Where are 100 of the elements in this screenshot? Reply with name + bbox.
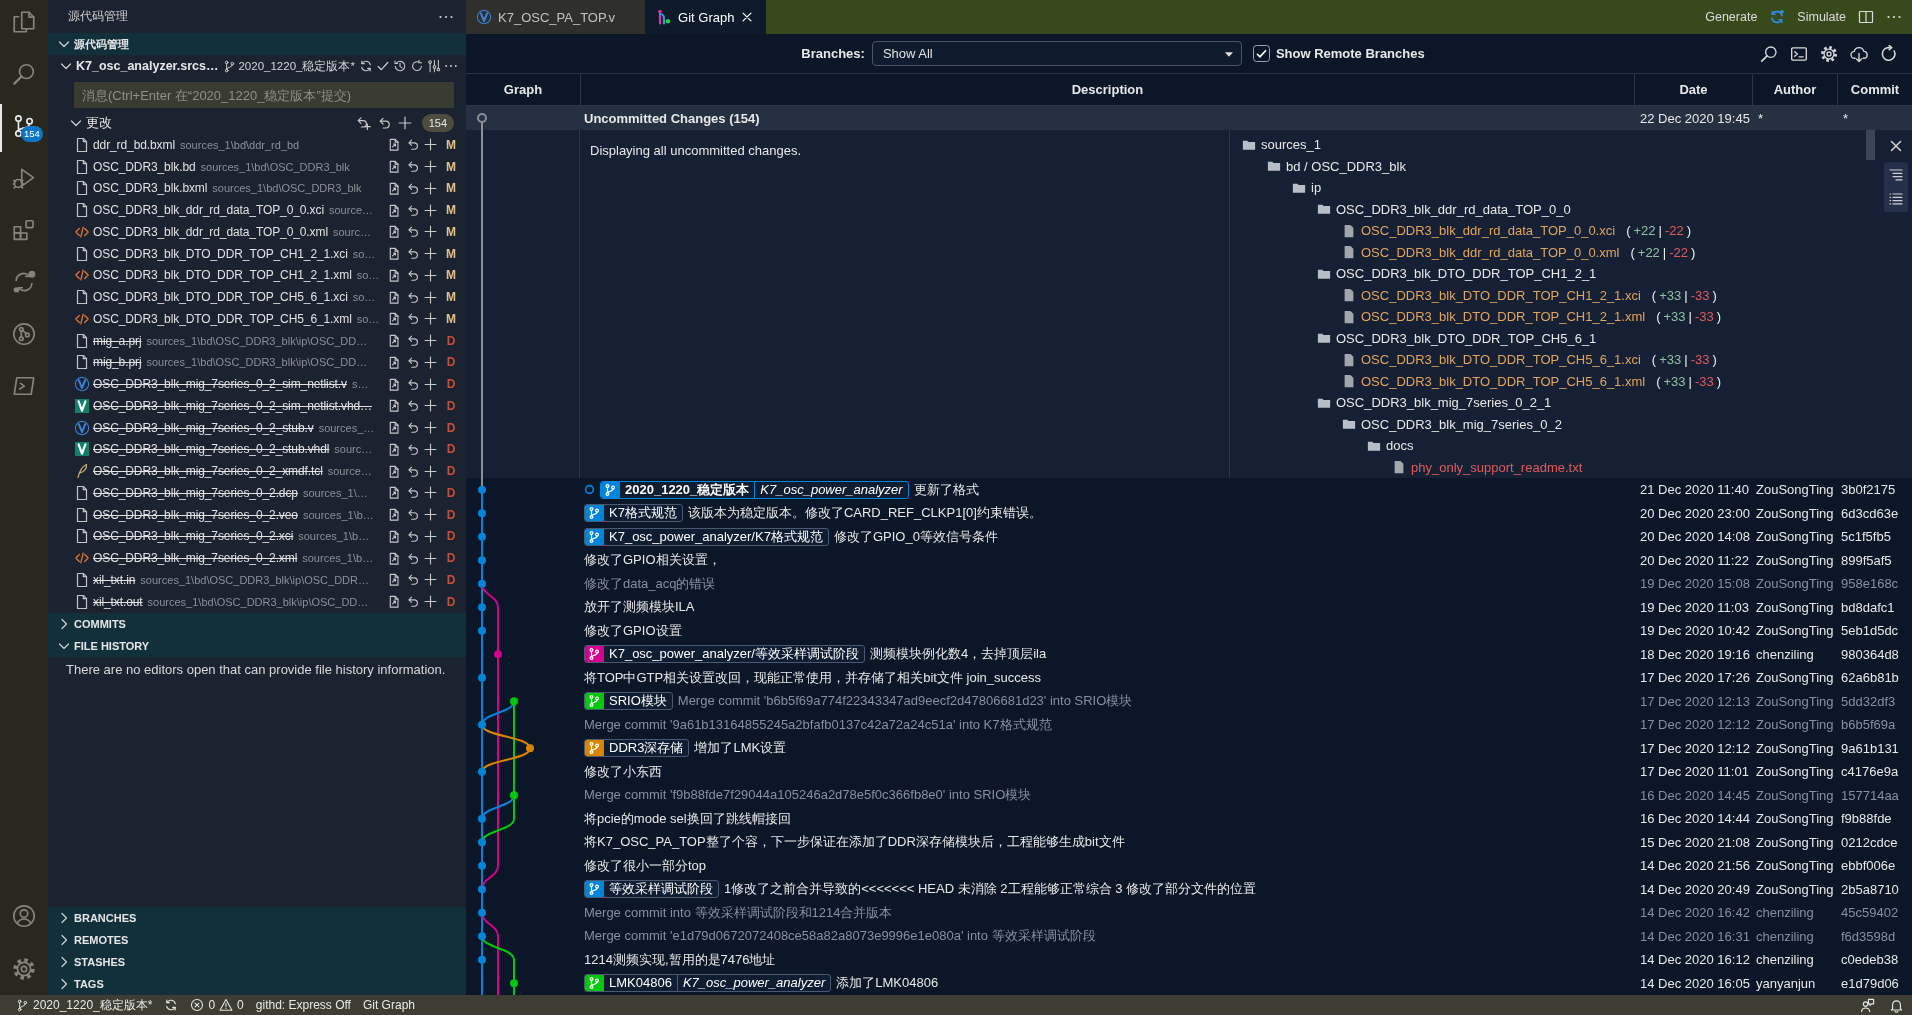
file-name[interactable]: OSC_DDR3_blk_mig_7series_0_2.xml — [93, 551, 298, 566]
open-file-icon[interactable] — [387, 572, 402, 588]
plus-icon[interactable] — [423, 528, 438, 544]
undo-icon[interactable] — [405, 159, 420, 175]
branch-tag[interactable]: SRIO模块 — [584, 692, 673, 711]
status-item[interactable]: Git Graph — [356, 998, 421, 1012]
folder-name[interactable]: OSC_DDR3_blk_mig_7series_0_2_1 — [1336, 395, 1552, 411]
plus-icon[interactable] — [423, 485, 438, 501]
commit-message-input[interactable]: 消息(Ctrl+Enter 在“2020_1220_稳定版本”提交) — [74, 82, 454, 108]
plus-icon[interactable] — [423, 354, 438, 370]
folder-name[interactable]: OSC_DDR3_blk_DTO_DDR_TOP_CH1_2_1 — [1336, 266, 1597, 282]
file-name[interactable]: OSC_DDR3_blk_DTO_DDR_TOP_CH5_6_1.xml — [93, 311, 352, 326]
close-icon[interactable] — [1888, 138, 1904, 154]
plus-icon[interactable] — [423, 463, 438, 479]
file-name[interactable]: OSC_DDR3_blk.bxml — [93, 181, 208, 196]
open-file-icon[interactable] — [387, 485, 402, 501]
undo-icon[interactable] — [405, 376, 420, 392]
history-icon[interactable] — [393, 59, 407, 73]
sliders-icon[interactable] — [427, 59, 441, 73]
open-file-icon[interactable] — [387, 420, 402, 436]
branch-tag[interactable]: DDR3深存储 — [584, 739, 690, 758]
branch-tag[interactable]: K7_osc_power_analyzer/K7格式规范 — [584, 527, 829, 546]
file-name[interactable]: OSC_DDR3_blk_mig_7series_0_2_xmdf.tcl — [93, 464, 323, 479]
file-name[interactable]: OSC_DDR3_blk_ddr_rd_data_TOP_0_0.xml — [93, 224, 328, 239]
plus-icon[interactable] — [423, 333, 438, 349]
toolbar-action[interactable]: Generate — [1705, 10, 1758, 24]
open-file-icon[interactable] — [387, 594, 402, 610]
toolbar-action[interactable]: Simulate — [1797, 10, 1846, 24]
terminal-icon[interactable] — [1790, 44, 1808, 63]
refresh-icon[interactable] — [410, 59, 424, 73]
search-icon[interactable] — [1760, 44, 1778, 63]
git-graph-icon[interactable] — [12, 322, 36, 346]
branch-tag[interactable]: K7_osc_power_analyzer/等效采样调试阶段 — [584, 645, 865, 664]
folder-name[interactable]: OSC_DDR3_blk_mig_7series_0_2 — [1361, 416, 1562, 432]
folder-name[interactable]: bd / OSC_DDR3_blk — [1286, 158, 1406, 174]
file-name[interactable]: phy_only_support_readme.txt — [1411, 459, 1583, 475]
undo-icon[interactable] — [405, 224, 420, 240]
open-file-icon[interactable] — [387, 333, 402, 349]
checkbox[interactable] — [1252, 45, 1270, 62]
open-file-icon[interactable] — [387, 159, 402, 175]
plus-icon[interactable] — [423, 507, 438, 523]
file-name[interactable]: OSC_DDR3_blk_DTO_DDR_TOP_CH1_2_1.xci — [1361, 287, 1641, 303]
undo-icon[interactable] — [405, 311, 420, 327]
plus-icon[interactable] — [423, 180, 438, 196]
file-name[interactable]: OSC_DDR3_blk_mig_7series_0_2_stub.v — [93, 420, 314, 435]
refresh-icon[interactable] — [1880, 44, 1898, 63]
file-name[interactable]: OSC_DDR3_blk_mig_7series_0_2.xci — [93, 529, 294, 544]
plus-icon[interactable] — [423, 441, 438, 457]
file-name[interactable]: OSC_DDR3_blk_ddr_rd_data_TOP_0_0.xci — [1361, 223, 1616, 239]
split-editor-icon[interactable] — [1858, 9, 1874, 25]
folder-name[interactable]: docs — [1386, 438, 1414, 454]
open-file-icon[interactable] — [387, 376, 402, 392]
plus-icon[interactable] — [423, 550, 438, 566]
undo-icon[interactable] — [405, 180, 420, 196]
file-name[interactable]: OSC_DDR3_blk_ddr_rd_data_TOP_0_0.xml — [1361, 244, 1620, 260]
undo-icon[interactable] — [405, 398, 420, 414]
file-name[interactable]: OSC_DDR3_blk_DTO_DDR_TOP_CH5_6_1.xci — [1361, 352, 1641, 368]
circular-arrows-icon[interactable] — [12, 270, 36, 294]
plus-icon[interactable] — [423, 420, 438, 436]
list-view-icon[interactable] — [1888, 191, 1904, 207]
folder-name[interactable]: OSC_DDR3_blk_DTO_DDR_TOP_CH5_6_1 — [1336, 330, 1597, 346]
plus-icon[interactable] — [396, 115, 413, 131]
open-file-icon[interactable] — [387, 267, 402, 283]
file-name[interactable]: OSC_DDR3_blk_mig_7series_0_2_stub.vhdl — [93, 442, 330, 457]
undo-icon[interactable] — [405, 507, 420, 523]
sync-icon[interactable] — [164, 998, 179, 1012]
undo-icon[interactable] — [405, 289, 420, 305]
plus-icon[interactable] — [423, 594, 438, 610]
check-icon[interactable] — [376, 59, 390, 73]
undo-icon[interactable] — [405, 485, 420, 501]
undo-icon[interactable] — [405, 550, 420, 566]
file-name[interactable]: mig_a.prj — [93, 333, 142, 348]
open-file-icon[interactable] — [387, 289, 402, 305]
editor-tab[interactable]: K7_OSC_PA_TOP.v — [466, 0, 646, 34]
checkbox-label[interactable]: Show Remote Branches — [1275, 46, 1425, 61]
branch-tag[interactable]: 2020_1220_稳定版本 K7_osc_power_analyzer — [600, 480, 909, 499]
file-name[interactable]: OSC_DDR3_blk_DTO_DDR_TOP_CH1_2_1.xml — [93, 268, 352, 283]
open-file-icon[interactable] — [387, 180, 402, 196]
tree-view-icon[interactable] — [1888, 167, 1904, 183]
file-name[interactable]: OSC_DDR3_blk_mig_7series_0_2.dcp — [93, 485, 298, 500]
view-header[interactable]: BRANCHES — [48, 907, 466, 929]
files-icon[interactable] — [12, 10, 36, 34]
file-name[interactable]: OSC_DDR3_blk_DTO_DDR_TOP_CH5_6_1.xml — [1361, 373, 1646, 389]
branch-tag[interactable]: LMK04806 K7_osc_power_analyzer — [584, 974, 832, 993]
plus-icon[interactable] — [423, 311, 438, 327]
folder-name[interactable]: ip — [1311, 180, 1322, 196]
extensions-icon[interactable] — [12, 218, 36, 242]
undo-icon[interactable] — [405, 246, 420, 262]
undo-icon[interactable] — [405, 463, 420, 479]
branch-status[interactable]: 2020_1220_稳定版本* — [10, 996, 159, 1014]
folder-name[interactable]: OSC_DDR3_blk_ddr_rd_data_TOP_0_0 — [1336, 201, 1571, 217]
undo-icon[interactable] — [405, 594, 420, 610]
file-name[interactable]: OSC_DDR3_blk.bd — [93, 159, 196, 174]
view-header[interactable]: REMOTES — [48, 929, 466, 951]
run-debug-icon[interactable] — [12, 166, 36, 190]
undo-icon[interactable] — [405, 202, 420, 218]
bell-icon[interactable] — [1889, 997, 1904, 1013]
section-header[interactable]: 源代码管理 — [48, 33, 466, 55]
open-file-icon[interactable] — [387, 398, 402, 414]
undo-icon[interactable] — [405, 528, 420, 544]
